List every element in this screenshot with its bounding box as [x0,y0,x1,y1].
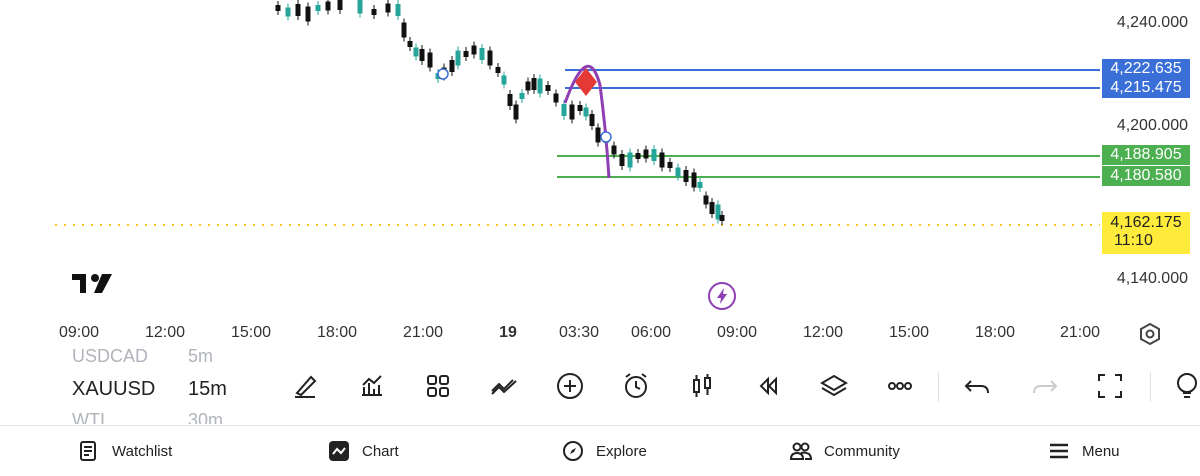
bottom-nav: Watchlist Chart Explore Community Menu [0,425,1200,476]
level-label: 4,188.905 [1102,145,1190,165]
time-tick: 09:00 [716,324,758,341]
time-tick: 21:00 [1059,324,1101,341]
undo-icon[interactable] [960,368,996,404]
time-tick: 15:00 [888,324,930,341]
pen-icon[interactable] [288,368,324,404]
time-tick: 15:00 [230,324,272,341]
price-tick: 4,200.000 [1116,117,1188,134]
watchlist-icon [80,441,96,461]
symbol-current[interactable]: XAUUSD [72,378,155,401]
compass-icon [563,441,583,461]
current-price-value: 4,162.175 [1110,214,1182,231]
indicators-icon[interactable] [354,368,390,404]
level-label: 4,180.580 [1102,166,1190,186]
nav-menu-label: Menu [1082,442,1120,460]
bulb-icon[interactable] [1168,368,1200,404]
nav-explore-label: Explore [596,442,647,460]
time-tick: 21:00 [402,324,444,341]
symbol-prev-name: USDCAD [72,346,149,366]
layers-icon[interactable] [816,368,852,404]
nav-community-label: Community [824,442,900,460]
interval-current[interactable]: 15m [188,378,227,401]
time-tick: 03:30 [558,324,600,341]
bottom-toolbar: USDCAD 5m XAUUSD 15m WTI 30m [0,346,1200,424]
nav-chart-label: Chart [362,442,399,460]
time-tick: 12:00 [802,324,844,341]
nav-community[interactable]: Community [790,426,900,476]
current-price-label: 4,162.175 11:10 [1102,212,1190,254]
time-tick: 19 [499,324,517,341]
price-axis[interactable]: 4,240.000 4,200.000 4,140.000 4,222.635 … [0,0,1200,300]
symbol-next-interval: 30m [188,410,224,424]
countdown-value: 11:10 [1114,232,1153,249]
more-icon[interactable] [882,368,918,404]
level-label: 4,222.635 [1102,59,1190,79]
time-tick: 18:00 [316,324,358,341]
compare-icon[interactable] [486,368,522,404]
symbol-prev[interactable]: USDCAD [72,346,148,367]
time-tick: 06:00 [630,324,672,341]
price-tick: 4,140.000 [1116,270,1188,287]
nav-chart[interactable]: Chart [328,426,399,476]
community-icon [790,442,812,460]
fullscreen-icon[interactable] [1092,368,1128,404]
settings-gear-icon[interactable] [1138,322,1162,346]
toolbar-divider [938,372,939,402]
alert-icon[interactable] [618,368,654,404]
nav-menu[interactable]: Menu [1048,426,1120,476]
hamburger-icon [1050,443,1068,459]
layout-icon[interactable] [420,368,456,404]
nav-explore[interactable]: Explore [562,426,647,476]
nav-watchlist-label: Watchlist [112,442,173,460]
time-tick: 12:00 [144,324,186,341]
candle-style-icon[interactable] [684,368,720,404]
redo-icon[interactable] [1026,368,1062,404]
time-tick: 18:00 [974,324,1016,341]
time-tick: 09:00 [58,324,100,341]
chart-area[interactable]: 4,240.000 4,200.000 4,140.000 4,222.635 … [0,0,1200,350]
price-tick: 4,240.000 [1116,14,1188,31]
nav-watchlist[interactable]: Watchlist [78,426,172,476]
toolbar-divider [1150,372,1151,402]
replay-icon[interactable] [750,368,786,404]
symbol-prev-interval: 5m [188,346,214,366]
add-icon[interactable] [552,368,588,404]
chart-icon [329,441,349,461]
symbol-next[interactable]: WTI [72,410,105,424]
level-label: 4,215.475 [1102,78,1190,98]
